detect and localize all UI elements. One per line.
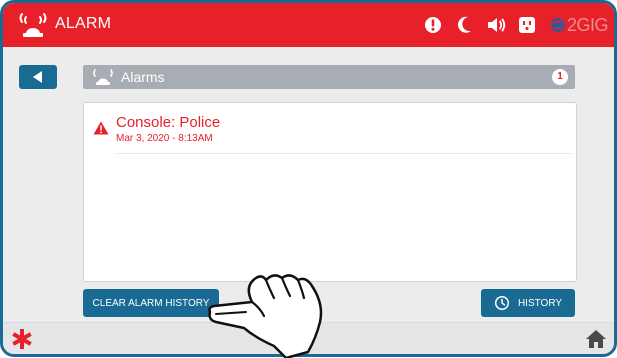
- alarm-name: Console: Police: [116, 114, 221, 131]
- clock-history-icon: [494, 295, 510, 311]
- row-divider: [116, 153, 572, 154]
- back-button[interactable]: [19, 65, 57, 89]
- brand-logo: 2GIG: [550, 13, 609, 37]
- history-label: HISTORY: [517, 297, 563, 309]
- alarm-count-badge: 1: [552, 69, 568, 85]
- top-bar: ALARM 2GIG: [3, 3, 614, 47]
- alarm-datetime: Mar 3, 2020 - 8:13AM: [116, 133, 213, 144]
- pointing-hand-icon: [208, 274, 323, 358]
- alarm-list: Console: Police Mar 3, 2020 - 8:13AM: [83, 102, 577, 282]
- moon-icon[interactable]: [455, 13, 475, 37]
- brand-name: 2GIG: [566, 14, 609, 35]
- warning-icon: [93, 121, 109, 135]
- siren-icon: [19, 13, 47, 37]
- alarms-section-header: Alarms 1: [83, 65, 575, 89]
- siren-icon: [93, 69, 113, 85]
- history-button[interactable]: HISTORY: [481, 289, 575, 317]
- asterisk-icon[interactable]: [10, 327, 34, 351]
- home-icon[interactable]: [585, 329, 607, 349]
- alert-icon[interactable]: [423, 13, 443, 37]
- globe-logo-icon: [550, 18, 565, 32]
- list-item[interactable]: Console: Police Mar 3, 2020 - 8:13AM: [84, 103, 576, 154]
- outlet-icon[interactable]: [517, 13, 537, 37]
- triangle-left-icon: [33, 71, 42, 83]
- alarms-header-label: Alarms: [121, 69, 165, 85]
- clear-alarm-history-label: CLEAR ALARM HISTORY: [92, 297, 210, 309]
- clear-alarm-history-button[interactable]: CLEAR ALARM HISTORY: [83, 289, 219, 317]
- speaker-icon[interactable]: [485, 13, 507, 37]
- page-title: ALARM: [55, 15, 112, 32]
